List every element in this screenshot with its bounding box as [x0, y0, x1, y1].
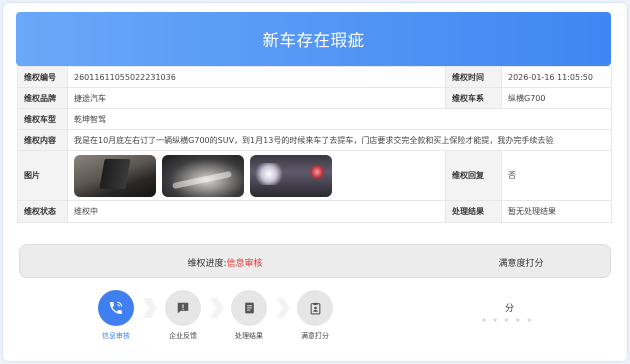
step-result: 处理结果 — [219, 290, 279, 341]
content-value: 我是在10月底左右订了一辆纵横G700的SUV，到1月13号的时候来车了去提车，… — [67, 129, 612, 151]
step-label: 满意打分 — [301, 332, 329, 340]
status-value: 维权中 — [67, 200, 446, 223]
series-value: 纵横G700 — [501, 87, 612, 109]
satisfaction-title: 满意度打分 — [430, 245, 612, 279]
content-label: 维权内容 — [17, 129, 68, 151]
rating-clipboard-icon — [297, 290, 333, 326]
page-title: 新车存在瑕疵 — [262, 31, 365, 50]
progress-steps: 信息审核 企业反馈 处理结果 满意打分 — [86, 290, 386, 346]
result-value: 暂无处理结果 — [501, 200, 612, 223]
progress-title: 维权进度: 信息审核 — [20, 245, 430, 279]
model-value: 乾坤智驾 — [67, 108, 612, 130]
complaint-no-label: 维权编号 — [17, 66, 68, 88]
step-label: 企业反馈 — [169, 332, 197, 340]
reply-value: 否 — [501, 150, 612, 201]
document-icon — [231, 290, 267, 326]
images-label: 图片 — [17, 150, 68, 201]
star-icon[interactable]: ★ — [504, 318, 509, 324]
complaint-image-3[interactable] — [250, 154, 332, 197]
progress-header: 维权进度: 信息审核 满意度打分 — [19, 244, 611, 278]
star-icon[interactable]: ★ — [527, 318, 532, 324]
complaint-time-value: 2026-01-16 11:05:50 — [501, 66, 612, 88]
complaint-time-label: 维权时间 — [445, 66, 502, 88]
phone-icon — [98, 290, 134, 326]
complaint-info-table: 维权编号 26011611055022231036 维权时间 2026-01-1… — [17, 66, 612, 223]
status-label: 维权状态 — [17, 200, 68, 223]
progress-prefix: 维权进度: — [187, 258, 227, 269]
star-icon[interactable]: ★ — [515, 318, 520, 324]
table-row: 图片 维权回复 否 — [17, 150, 612, 201]
images-cell — [67, 150, 446, 201]
step-enterprise-feedback: 企业反馈 — [153, 290, 213, 341]
table-row: 维权编号 26011611055022231036 维权时间 2026-01-1… — [17, 66, 612, 88]
step-info-review: 信息审核 — [86, 290, 146, 341]
score-unit: 分 — [505, 304, 515, 314]
table-row: 维权状态 维权中 处理结果 暂无处理结果 — [17, 200, 612, 223]
table-row: 维权车型 乾坤智驾 — [17, 108, 612, 130]
rating-stars: ★ ★ ★ ★ ★ — [481, 318, 532, 324]
model-label: 维权车型 — [17, 108, 68, 130]
table-row: 维权品牌 捷途汽车 维权车系 纵横G700 — [17, 87, 612, 109]
star-icon[interactable]: ★ — [481, 318, 486, 324]
step-label: 处理结果 — [235, 332, 263, 340]
complaint-image-1[interactable] — [74, 154, 156, 197]
complaint-no-value: 26011611055022231036 — [67, 66, 446, 88]
series-label: 维权车系 — [445, 87, 502, 109]
star-icon[interactable]: ★ — [492, 318, 497, 324]
table-row: 维权内容 我是在10月底左右订了一辆纵横G700的SUV，到1月13号的时候来车… — [17, 129, 612, 151]
complaint-image-2[interactable] — [162, 154, 244, 197]
step-rating: 满意打分 — [285, 290, 345, 341]
step-label: 信息审核 — [102, 332, 130, 340]
satisfaction-label: 满意度打分 — [498, 258, 544, 269]
title-banner: 新车存在瑕疵 — [16, 12, 611, 66]
reply-label: 维权回复 — [445, 150, 502, 201]
message-icon — [165, 290, 201, 326]
image-gallery — [74, 154, 439, 197]
progress-current: 信息审核 — [226, 258, 263, 269]
brand-value: 捷途汽车 — [67, 87, 446, 109]
result-label: 处理结果 — [445, 200, 502, 223]
brand-label: 维权品牌 — [17, 87, 68, 109]
